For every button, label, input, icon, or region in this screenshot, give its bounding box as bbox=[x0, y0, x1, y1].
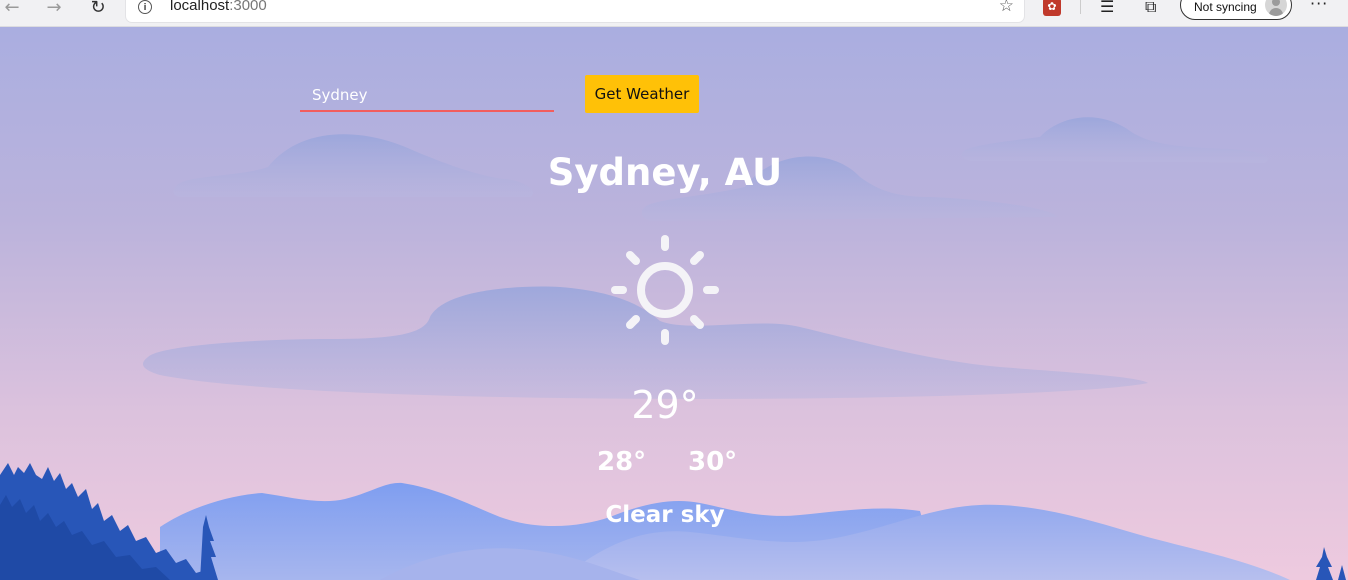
url-text[interactable]: localhost:3000 bbox=[170, 0, 267, 14]
avatar bbox=[1265, 0, 1287, 16]
back-icon[interactable]: ← bbox=[0, 0, 24, 20]
profile-sync-button[interactable]: Not syncing bbox=[1180, 0, 1292, 20]
favorites-icon[interactable]: ☰ bbox=[1100, 0, 1114, 16]
reload-icon[interactable]: ↻ bbox=[86, 0, 110, 20]
tree bbox=[1316, 547, 1333, 580]
max-temperature: 30° bbox=[688, 447, 738, 477]
sun-icon bbox=[611, 235, 719, 345]
current-temperature: 29° bbox=[631, 383, 699, 427]
browser-toolbar: ← → ↻ i localhost:3000 ☆ ✿ ☰ ⧉ Not synci… bbox=[0, 0, 1348, 27]
min-temperature: 28° bbox=[597, 447, 647, 477]
collections-icon[interactable]: ⧉ bbox=[1145, 0, 1156, 17]
sync-status-label: Not syncing bbox=[1194, 0, 1257, 14]
more-options-icon[interactable]: ··· bbox=[1310, 0, 1328, 13]
location-title: Sydney, AU bbox=[547, 151, 783, 194]
address-bar[interactable]: i localhost:3000 ☆ bbox=[126, 0, 1024, 22]
site-info-icon[interactable]: i bbox=[138, 0, 152, 14]
forward-icon[interactable]: → bbox=[42, 0, 66, 20]
city-search-input[interactable] bbox=[300, 79, 554, 112]
toolbar-divider bbox=[1080, 0, 1081, 14]
extension-icon[interactable]: ✿ bbox=[1043, 0, 1061, 16]
weather-description: Clear sky bbox=[605, 502, 725, 528]
favorite-star-icon[interactable]: ☆ bbox=[999, 0, 1014, 16]
tree bbox=[1338, 565, 1346, 580]
weather-app: Get Weather Sydney, AU 29° 28° 30° Clear… bbox=[0, 27, 1348, 580]
get-weather-button[interactable]: Get Weather bbox=[585, 75, 699, 113]
